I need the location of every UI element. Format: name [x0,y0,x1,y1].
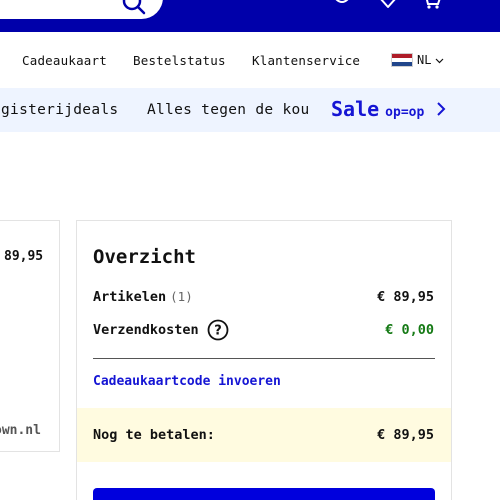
overview-title: Overzicht [93,246,196,268]
cart-item-price: 89,95 [4,249,44,264]
language-code: NL [417,53,432,67]
search-icon[interactable] [121,0,147,16]
nav-link-gift-card[interactable]: Cadeaukaart [22,53,107,68]
question-circle-icon[interactable]: ? [207,319,229,341]
sale-sublabel: op=op [385,105,425,120]
chevron-right-icon[interactable] [436,101,446,117]
promo-link-cold-weather[interactable]: Alles tegen de kou [147,102,310,118]
sale-label: Sale [331,97,380,121]
chevron-down-icon [436,58,444,63]
articles-value: € 89,95 [377,289,434,305]
promo-link-deals[interactable]: ogisterijdeals [0,102,118,118]
articles-count: (1) [170,289,193,304]
netherlands-flag-icon [391,53,413,67]
seller-domain: own.nl [0,423,41,438]
total-label: Nog te betalen: [93,427,215,443]
secondary-nav: Cadeaukaart Bestelstatus Klantenservice … [0,32,500,88]
total-value: € 89,95 [377,427,434,443]
articles-row-label: Artikelen (1) [93,289,193,305]
cart-icon[interactable] [421,0,443,10]
gift-card-code-link[interactable]: Cadeaukaartcode invoeren [93,374,281,389]
checkout-button[interactable] [93,488,435,500]
shipping-label: Verzendkosten [93,322,199,338]
heart-icon[interactable] [377,0,399,10]
language-selector[interactable]: NL [391,51,444,69]
articles-label: Artikelen [93,289,167,305]
top-header [0,0,500,32]
nav-link-order-status[interactable]: Bestelstatus [133,53,226,68]
user-icon[interactable] [331,0,353,10]
svg-text:?: ? [214,324,222,339]
nav-link-customer-service[interactable]: Klantenservice [252,53,360,68]
shipping-value: € 0,00 [385,322,434,338]
promo-link-sale[interactable]: Sale op=op [331,97,424,121]
promo-bar: ogisterijdeals Alles tegen de kou Sale o… [0,88,500,132]
divider [93,358,435,359]
